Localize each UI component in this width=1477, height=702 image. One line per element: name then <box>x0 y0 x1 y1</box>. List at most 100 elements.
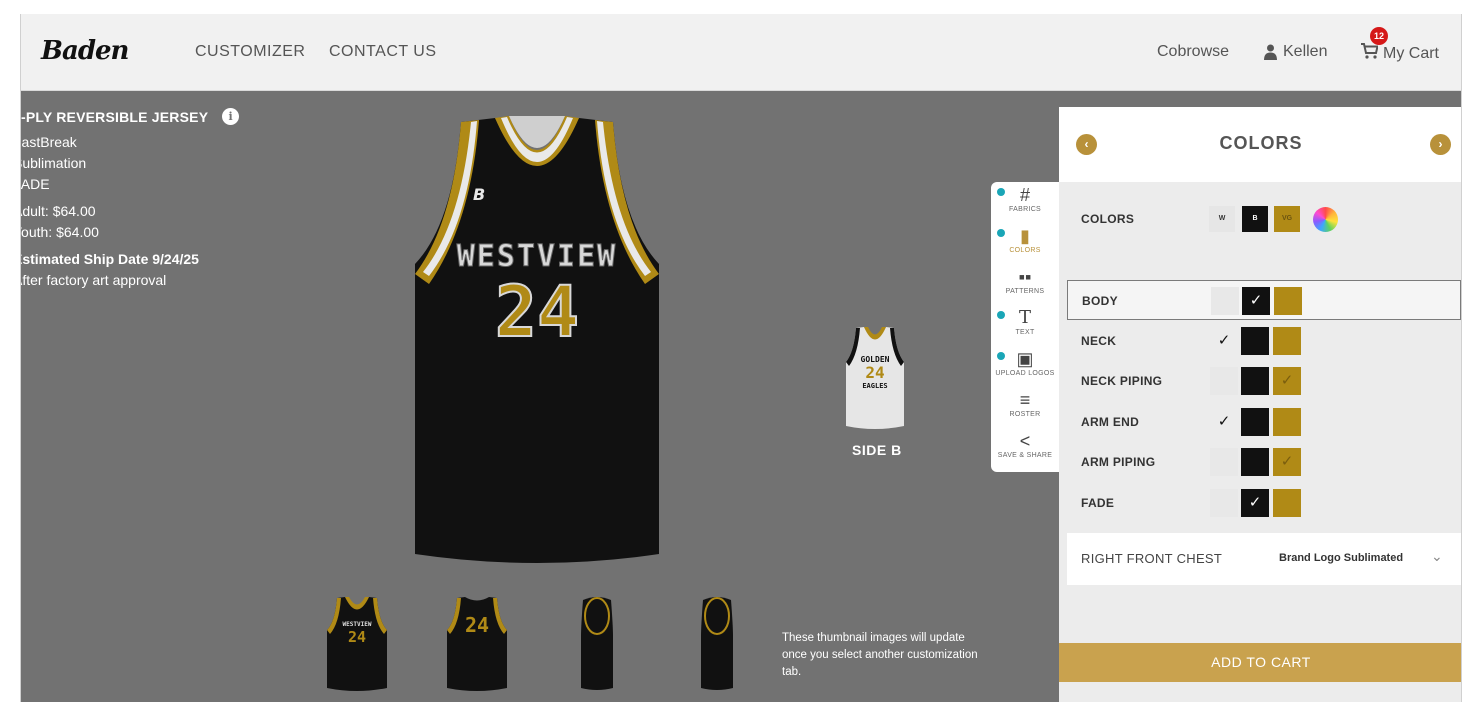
swatch-black[interactable] <box>1241 408 1269 436</box>
swatch-gold[interactable]: ✓ <box>1273 367 1301 395</box>
customizer-frame: Baden CUSTOMIZER CONTACT US Cobrowse Kel… <box>20 14 1462 702</box>
team-color-gold[interactable]: VG <box>1274 206 1300 232</box>
text-status-dot <box>997 311 1005 319</box>
color-wheel-icon[interactable] <box>1313 207 1338 232</box>
cart-icon <box>1361 43 1379 59</box>
team-color-white[interactable]: W <box>1209 206 1235 232</box>
right-front-chest-select[interactable]: RIGHT FRONT CHEST Brand Logo Sublimated … <box>1067 533 1461 585</box>
jersey-brand-mark: B <box>473 185 485 204</box>
ship-note: After factory art approval <box>20 272 167 288</box>
fabrics-status-dot <box>997 188 1005 196</box>
swatch-black[interactable] <box>1241 448 1269 476</box>
nav-customizer[interactable]: CUSTOMIZER <box>195 43 305 61</box>
swatch-gold[interactable] <box>1274 287 1302 315</box>
cart-label: My Cart <box>1383 44 1439 62</box>
tool-roster[interactable]: ≡ ROSTER <box>991 387 1059 428</box>
color-row-neck-piping[interactable]: NECK PIPING ✓ <box>1067 361 1461 401</box>
swatch-gold[interactable]: ✓ <box>1273 448 1301 476</box>
jersey-team-name: WESTVIEW <box>457 239 618 274</box>
user-menu[interactable]: Kellen <box>1264 43 1327 61</box>
jersey-preview-side-b[interactable]: GOLDEN 24 EAGLES <box>846 326 904 430</box>
part-label: ARM PIPING <box>1081 455 1156 469</box>
tool-fabrics[interactable]: # FABRICS <box>991 182 1059 223</box>
colors-panel: ‹ COLORS › COLORS W B VG BODY ✓ NECK ✓ N… <box>1059 107 1461 702</box>
swatch-gold[interactable] <box>1273 489 1301 517</box>
part-label: BODY <box>1082 294 1118 308</box>
info-icon[interactable]: i <box>222 108 240 125</box>
tool-label: SAVE & SHARE <box>997 452 1053 459</box>
product-info: 2-PLY REVERSIBLE JERSEY i FastBreak Subl… <box>20 108 240 288</box>
tool-colors[interactable]: ▮ COLORS <box>991 223 1059 264</box>
part-label: FADE <box>1081 496 1115 510</box>
adult-price: Adult: $64.00 <box>20 203 96 219</box>
product-decoration: Sublimation <box>20 155 87 171</box>
tool-save-share[interactable]: < SAVE & SHARE <box>991 428 1059 469</box>
swatch-white[interactable]: ✓ <box>1210 408 1238 436</box>
add-to-cart-button[interactable]: ADD TO CART <box>1059 643 1461 682</box>
color-row-fade[interactable]: FADE ✓ <box>1067 483 1461 523</box>
site-header: Baden CUSTOMIZER CONTACT US Cobrowse Kel… <box>21 14 1461 91</box>
tool-label: PATTERNS <box>1005 288 1045 295</box>
swatch-black[interactable] <box>1241 367 1269 395</box>
next-arrow-icon[interactable]: › <box>1430 134 1451 155</box>
thumbnail-back-number: 24 <box>465 613 489 637</box>
panel-header: ‹ COLORS › <box>1059 107 1461 182</box>
colors-label: COLORS <box>1081 212 1135 226</box>
upload-status-dot <box>997 352 1005 360</box>
list-icon: ≡ <box>1019 390 1031 410</box>
jersey-number: 24 <box>495 271 579 353</box>
swatch-white[interactable]: ✓ <box>1210 327 1238 355</box>
thumbnail-left-side[interactable] <box>567 596 627 692</box>
thumbnail-number: 24 <box>348 628 366 646</box>
user-name: Kellen <box>1283 43 1328 60</box>
cart-count-badge: 12 <box>1370 27 1388 45</box>
color-row-body[interactable]: BODY ✓ <box>1067 280 1461 320</box>
panel-title: COLORS <box>1219 133 1303 153</box>
product-style: FADE <box>20 176 50 192</box>
cart-link[interactable]: 12 My Cart <box>1361 27 1439 64</box>
swatch-white[interactable] <box>1211 287 1239 315</box>
thumbnail-right-side[interactable] <box>687 596 747 692</box>
jersey-preview-side-a[interactable]: B WESTVIEW 24 <box>415 114 659 566</box>
share-icon: < <box>1019 431 1031 451</box>
tool-upload-logos[interactable]: ▣ UPLOAD LOGOS <box>991 346 1059 387</box>
product-line: FastBreak <box>21 134 77 150</box>
user-icon <box>1264 44 1277 60</box>
swatch-gold[interactable] <box>1273 408 1301 436</box>
right-front-chest-label: RIGHT FRONT CHEST <box>1081 551 1223 566</box>
part-label: NECK <box>1081 334 1117 348</box>
customization-toolbar: # FABRICS ▮ COLORS ▪▪ PATTERNS T TEXT ▣ … <box>991 182 1059 472</box>
swatch-white[interactable] <box>1210 367 1238 395</box>
tool-label: UPLOAD LOGOS <box>995 370 1055 377</box>
nav-contact-us[interactable]: CONTACT US <box>329 43 437 61</box>
tool-label: COLORS <box>1009 247 1041 254</box>
swatch-black[interactable] <box>1241 327 1269 355</box>
cobrowse-link[interactable]: Cobrowse <box>1157 43 1229 61</box>
team-color-black[interactable]: B <box>1242 206 1268 232</box>
ship-date: Estimated Ship Date 9/24/25 <box>20 251 199 267</box>
chevron-down-icon: ⌄ <box>1431 548 1443 564</box>
tool-text[interactable]: T TEXT <box>991 305 1059 346</box>
side-b-label: SIDE B <box>852 442 902 458</box>
swatch-white[interactable] <box>1210 489 1238 517</box>
side-b-number: 24 <box>865 363 884 382</box>
tool-label: ROSTER <box>1009 411 1041 418</box>
swatch-black[interactable]: ✓ <box>1241 489 1269 517</box>
tool-label: FABRICS <box>1008 206 1042 213</box>
product-title-row: 2-PLY REVERSIBLE JERSEY i <box>21 108 240 125</box>
swatch-white[interactable] <box>1210 448 1238 476</box>
patterns-icon: ▪▪ <box>1018 267 1032 287</box>
side-b-team-bottom: EAGLES <box>862 382 887 390</box>
swatch-black[interactable]: ✓ <box>1242 287 1270 315</box>
youth-price: Youth: $64.00 <box>20 224 99 240</box>
thumbnail-front-a[interactable]: WESTVIEW 24 <box>327 596 387 692</box>
swatch-gold[interactable] <box>1273 327 1301 355</box>
baden-logo[interactable]: Baden <box>41 36 129 66</box>
part-label: NECK PIPING <box>1081 374 1163 388</box>
color-row-arm-piping[interactable]: ARM PIPING ✓ <box>1067 442 1461 482</box>
color-row-arm-end[interactable]: ARM END ✓ <box>1067 402 1461 442</box>
thumbnail-back-a[interactable]: 24 <box>447 596 507 692</box>
thumbnail-team: WESTVIEW <box>343 621 372 628</box>
color-row-neck[interactable]: NECK ✓ <box>1067 321 1461 361</box>
tool-patterns[interactable]: ▪▪ PATTERNS <box>991 264 1059 305</box>
